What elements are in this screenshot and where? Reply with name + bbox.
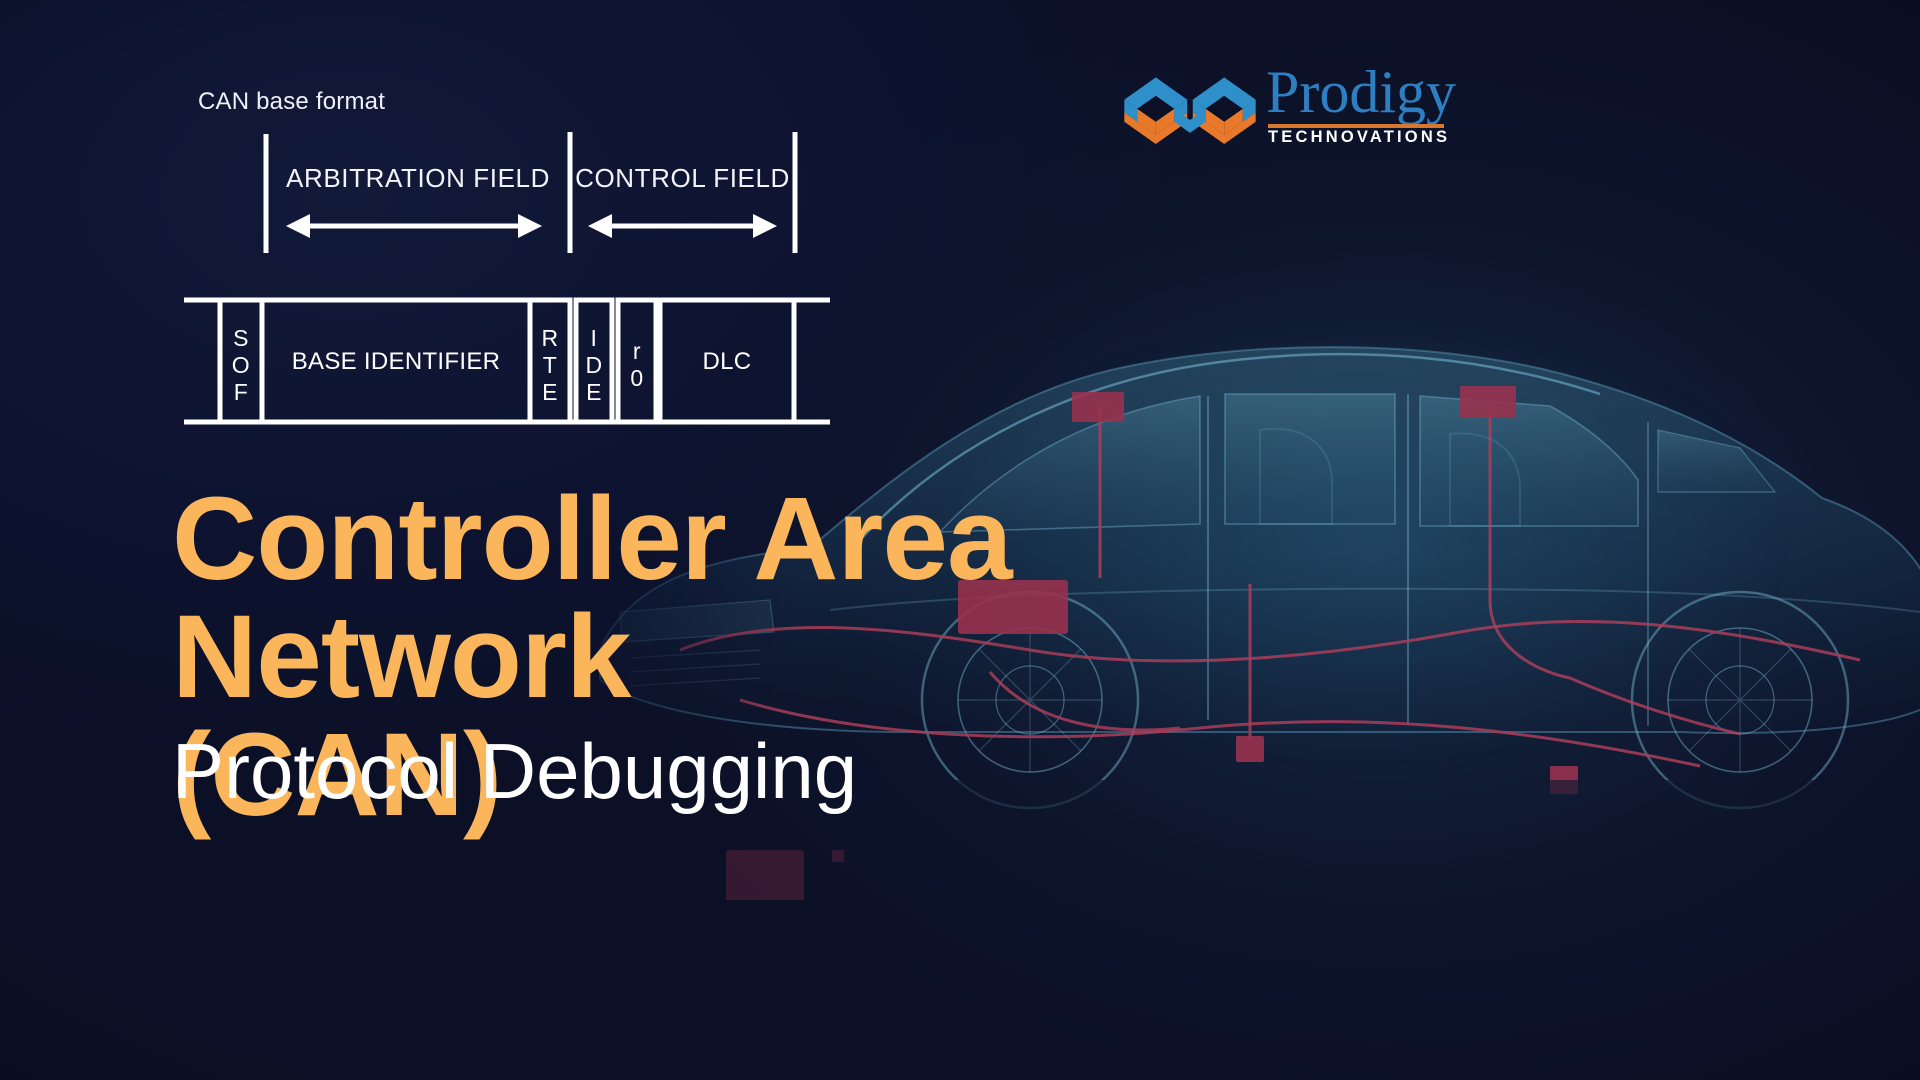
field-label-arbitration: ARBITRATION FIELD [286,163,550,193]
prodigy-wordmark: Prodigy TECHNOVATIONS [1266,58,1506,158]
box-label-dlc: DLC [702,348,752,375]
box-label-base-identifier: BASE IDENTIFIER [291,348,501,375]
box-label-ide: I D E [585,325,603,405]
control-arrow [588,214,777,238]
arbitration-arrow [286,214,542,238]
box-label-sof: S O F [231,325,251,405]
bus-line-left [184,297,223,425]
diagram-caption: CAN base format [198,88,386,115]
page-subtitle: Protocol Debugging [172,727,858,815]
box-label-rte: R T E [541,325,559,405]
page-title-line1: Controller Area Network [172,473,1013,723]
bus-line-right [794,297,830,425]
can-frame-diagram [0,0,900,470]
logo-brand-text: Prodigy [1266,59,1457,125]
field-label-control: CONTROL FIELD [575,163,790,193]
prodigy-infinity-mark-icon [1120,70,1260,144]
logo-tagline-text: TECHNOVATIONS [1268,128,1451,146]
prodigy-logo[interactable]: Prodigy TECHNOVATIONS [1120,58,1500,158]
box-label-r0: r 0 [630,338,644,391]
